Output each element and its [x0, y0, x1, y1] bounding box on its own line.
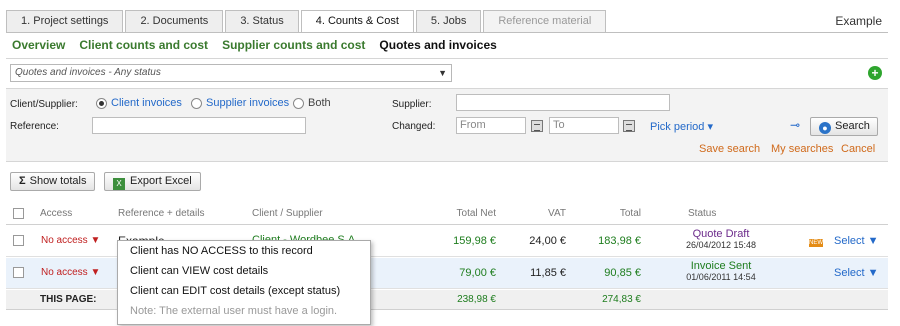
menu-item-no-access[interactable]: Client has NO ACCESS to this record	[118, 241, 370, 261]
radio-label: Supplier invoices	[206, 97, 290, 109]
search-button-label: Search	[835, 120, 870, 132]
add-icon[interactable]: +	[868, 66, 882, 80]
select-label: Select	[834, 267, 865, 279]
project-name: Example	[835, 14, 882, 28]
status-cell: Invoice Sent 01/06/2011 14:54	[656, 260, 786, 282]
total-net: 79,00 €	[459, 267, 496, 279]
sub-navigation: Overview Client counts and cost Supplier…	[6, 32, 888, 56]
radio-client-invoices[interactable]: Client invoices	[96, 97, 182, 109]
status-label: Quote Draft	[692, 228, 750, 240]
date-from-input[interactable]: From	[456, 117, 526, 134]
view-bar: Quotes and invoices - Any status ▼ +	[6, 58, 888, 86]
row-checkbox[interactable]	[13, 235, 24, 246]
radio-supplier-invoices[interactable]: Supplier invoices	[191, 97, 289, 109]
status-label: Invoice Sent	[690, 260, 752, 272]
date-to-input[interactable]: To	[549, 117, 619, 134]
tab-jobs[interactable]: 5. Jobs	[415, 10, 482, 32]
access-menu: Client has NO ACCESS to this record Clie…	[117, 240, 371, 325]
chevron-down-icon: ▼	[867, 235, 879, 247]
client-supplier-label: Client/Supplier:	[10, 99, 78, 110]
export-excel-button[interactable]: X Export Excel	[104, 172, 201, 191]
table-header: Access Reference + details Client / Supp…	[6, 203, 888, 225]
excel-icon: X	[113, 178, 125, 190]
vat: 11,85 €	[530, 267, 566, 279]
menu-item-edit-cost[interactable]: Client can EDIT cost details (except sta…	[118, 281, 370, 301]
status-timestamp: 01/06/2011 14:54	[686, 272, 756, 282]
totals-net: 238,98 €	[457, 294, 496, 305]
calendar-icon[interactable]	[623, 120, 635, 132]
reference-label: Reference:	[10, 121, 59, 132]
tab-counts-cost[interactable]: 4. Counts & Cost	[300, 10, 414, 33]
menu-note: Note: The external user must have a logi…	[130, 305, 338, 317]
total: 183,98 €	[598, 235, 641, 247]
access-label: No access	[41, 267, 88, 278]
header-reference: Reference + details	[118, 208, 205, 219]
header-total: Total	[619, 208, 641, 219]
vat: 24,00 €	[529, 235, 566, 247]
radio-label: Client invoices	[111, 97, 182, 109]
show-totals-button[interactable]: Σ Show totals	[10, 172, 96, 191]
chevron-down-icon: ▼	[90, 267, 101, 278]
header-vat: VAT	[548, 208, 566, 219]
radio-icon	[191, 97, 202, 109]
access-dropdown[interactable]: No access ▼	[41, 235, 100, 246]
search-button[interactable]: ● Search	[810, 117, 878, 136]
totals-total: 274,83 €	[602, 294, 641, 305]
show-totals-label: Show totals	[29, 175, 87, 187]
select-dropdown[interactable]: Select ▼	[834, 267, 879, 279]
header-total-net: Total Net	[456, 208, 496, 219]
supplier-label: Supplier:	[392, 99, 432, 110]
reference-input[interactable]	[92, 117, 306, 134]
filter-panel: Client/Supplier: Client invoices Supplie…	[6, 88, 888, 161]
search-icon: ●	[819, 122, 831, 134]
changed-label: Changed:	[392, 121, 436, 132]
my-searches-link[interactable]: My searches	[771, 143, 833, 155]
select-all-checkbox[interactable]	[13, 208, 24, 219]
access-label: No access	[41, 235, 88, 246]
sigma-icon: Σ	[19, 175, 26, 187]
status-cell: Quote Draft 26/04/2012 15:48	[656, 228, 786, 250]
view-select[interactable]: Quotes and invoices - Any status ▼	[10, 64, 452, 82]
cancel-link[interactable]: Cancel	[841, 143, 875, 155]
row-checkbox[interactable]	[13, 267, 24, 278]
radio-label: Both	[308, 97, 331, 109]
radio-both[interactable]: Both	[293, 97, 331, 109]
pick-period-dropdown[interactable]: Pick period ▾	[650, 120, 713, 133]
toolbar: Σ Show totals X Export Excel	[6, 161, 888, 195]
status-timestamp: 26/04/2012 15:48	[685, 240, 757, 250]
view-select-value: Quotes and invoices - Any status	[15, 67, 161, 78]
save-search-link[interactable]: Save search	[699, 143, 760, 155]
total-net: 159,98 €	[453, 235, 496, 247]
subnav-supplier-counts[interactable]: Supplier counts and cost	[222, 38, 365, 52]
total: 90,85 €	[604, 267, 641, 279]
header-status: Status	[688, 208, 717, 219]
header-access: Access	[40, 208, 73, 219]
tab-documents[interactable]: 2. Documents	[125, 10, 224, 32]
new-badge-icon: NEW	[809, 235, 823, 247]
new-badge-label: NEW	[809, 239, 823, 247]
export-excel-label: Export Excel	[130, 175, 192, 187]
dropdown-arrow-icon: ▼	[438, 68, 447, 78]
tab-bar: 1. Project settings 2. Documents 3. Stat…	[6, 10, 608, 33]
totals-label: THIS PAGE:	[40, 294, 97, 305]
menu-item-view-cost[interactable]: Client can VIEW cost details	[118, 261, 370, 281]
supplier-input[interactable]	[456, 94, 670, 111]
access-dropdown[interactable]: No access ▼	[41, 267, 100, 278]
tab-reference-material: Reference material	[483, 10, 607, 32]
calendar-icon[interactable]	[531, 120, 543, 132]
select-dropdown[interactable]: Select ▼	[834, 235, 879, 247]
tab-status[interactable]: 3. Status	[225, 10, 299, 32]
chevron-down-icon: ▼	[867, 267, 879, 279]
tab-project-settings[interactable]: 1. Project settings	[6, 10, 124, 32]
pin-icon[interactable]: ⊸	[790, 118, 800, 132]
radio-icon	[293, 97, 304, 109]
subnav-overview[interactable]: Overview	[12, 38, 65, 52]
header-client-supplier: Client / Supplier	[252, 208, 323, 219]
radio-selected-icon	[96, 97, 107, 109]
select-label: Select	[834, 235, 865, 247]
chevron-down-icon: ▼	[90, 235, 101, 246]
subnav-client-counts[interactable]: Client counts and cost	[79, 38, 208, 52]
subnav-quotes-invoices[interactable]: Quotes and invoices	[379, 38, 496, 52]
